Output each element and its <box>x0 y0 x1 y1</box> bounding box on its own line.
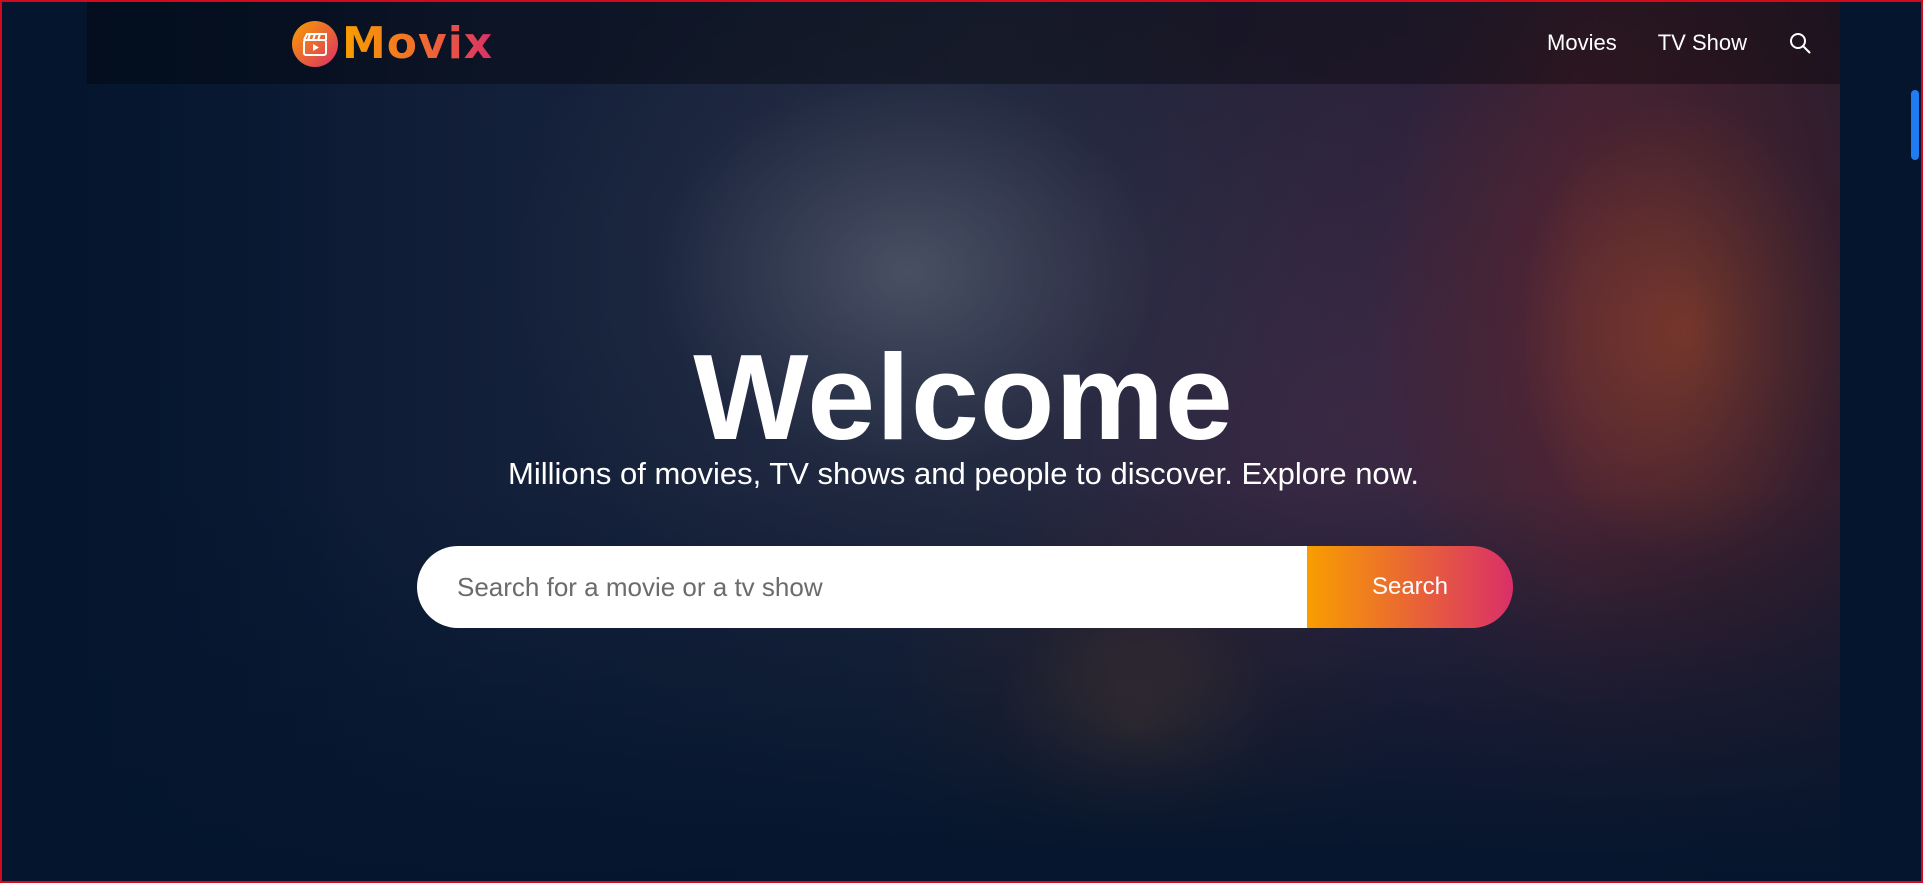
hero-title: Welcome <box>693 329 1234 465</box>
clapperboard-icon <box>292 21 338 67</box>
search-icon[interactable] <box>1788 31 1812 55</box>
site-header: Movix Movies TV Show <box>87 2 1840 84</box>
nav-movies[interactable]: Movies <box>1547 30 1617 56</box>
search-button[interactable]: Search <box>1307 546 1513 628</box>
scrollbar-thumb[interactable] <box>1911 90 1919 160</box>
search-input[interactable] <box>417 546 1307 628</box>
scrollbar[interactable] <box>1909 2 1921 881</box>
hero-subtitle: Millions of movies, TV shows and people … <box>508 456 1419 491</box>
app-window: Movix Movies TV Show Welcome Millions of… <box>0 0 1923 883</box>
brand-logo[interactable]: Movix <box>292 20 493 68</box>
brand-name: Movix <box>342 18 494 69</box>
nav-tv-show[interactable]: TV Show <box>1658 30 1747 56</box>
main-nav: Movies TV Show <box>1547 2 1840 84</box>
hero-banner: Welcome Millions of movies, TV shows and… <box>2 2 1921 881</box>
hero-search-bar: Search <box>417 546 1513 628</box>
